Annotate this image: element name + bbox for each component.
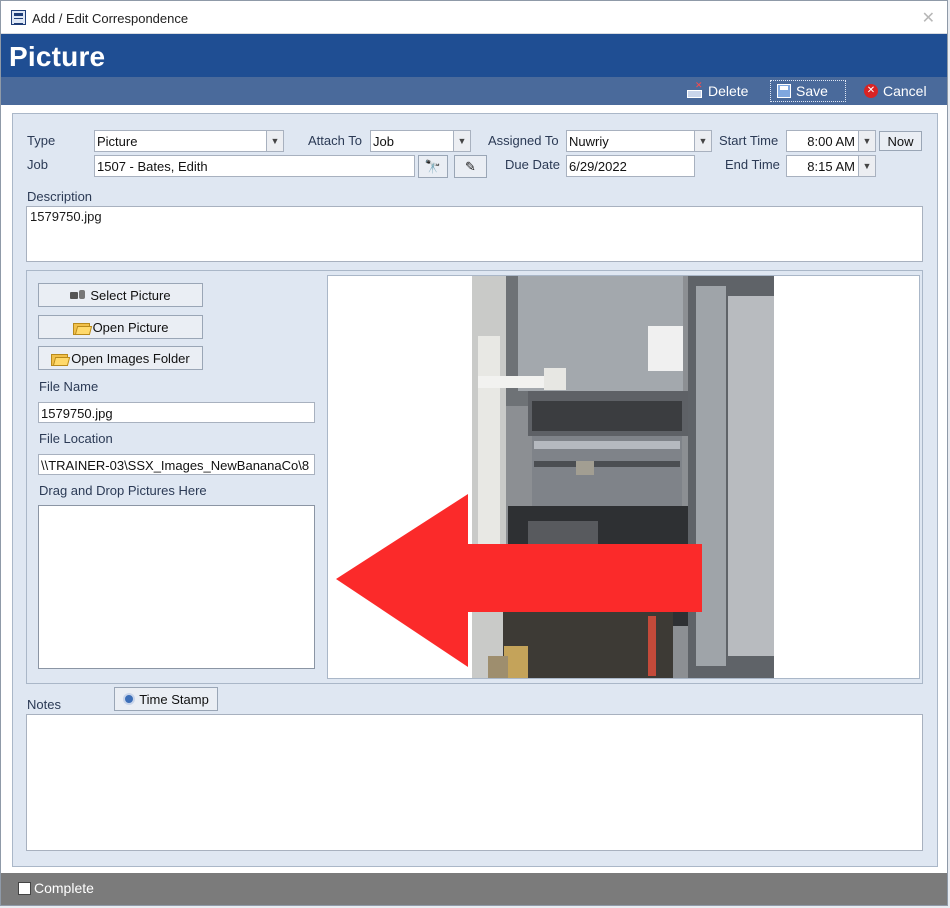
binoculars-icon: 🔭 (424, 158, 442, 174)
binoculars-button[interactable]: 🔭 (418, 155, 448, 178)
type-select[interactable]: Picture ▼ (94, 130, 284, 152)
drop-zone[interactable] (38, 505, 315, 669)
picture-select-icon (70, 289, 86, 301)
time-stamp-button[interactable]: Time Stamp (114, 687, 218, 711)
open-picture-button[interactable]: Open Picture (38, 315, 203, 339)
save-icon (777, 84, 791, 98)
correspondence-window: Add / Edit Correspondence ✕ Picture Dele… (0, 0, 948, 906)
toolbar: Delete Save ✕ Cancel (1, 77, 947, 105)
drop-zone-label: Drag and Drop Pictures Here (39, 483, 207, 498)
chevron-down-icon[interactable]: ▼ (858, 131, 875, 151)
assigned-to-label: Assigned To (488, 133, 559, 148)
chevron-down-icon[interactable]: ▼ (453, 131, 470, 151)
select-picture-button[interactable]: Select Picture (38, 283, 203, 307)
close-icon[interactable]: ✕ (922, 8, 935, 28)
save-label: Save (796, 83, 828, 99)
type-value: Picture (97, 134, 138, 149)
notes-field[interactable] (26, 714, 923, 851)
save-button[interactable]: Save (770, 80, 846, 102)
chevron-down-icon[interactable]: ▼ (858, 156, 875, 176)
complete-label: Complete (34, 880, 94, 896)
job-value: 1507 - Bates, Edith (97, 159, 208, 174)
title-bar: Add / Edit Correspondence ✕ (1, 1, 947, 34)
now-label: Now (887, 133, 914, 149)
now-button[interactable]: Now (879, 131, 922, 151)
start-time-select[interactable]: 8:00 AM ▼ (786, 130, 876, 152)
cancel-button[interactable]: ✕ Cancel (858, 80, 933, 102)
wand-icon: ✎ (465, 158, 476, 174)
clock-icon (123, 693, 136, 705)
picture-preview (327, 275, 920, 679)
notes-label: Notes (27, 697, 61, 712)
start-time-label: Start Time (719, 133, 779, 148)
start-time-value: 8:00 AM (807, 134, 855, 149)
file-name-label: File Name (39, 379, 99, 394)
file-location-field[interactable]: \\TRAINER-03\SSX_Images_NewBananaCo\8 (38, 454, 315, 475)
chevron-down-icon[interactable]: ▼ (266, 131, 283, 151)
cancel-icon: ✕ (864, 84, 878, 98)
file-name-field[interactable]: 1579750.jpg (38, 402, 315, 423)
open-images-folder-button[interactable]: Open Images Folder (38, 346, 203, 370)
end-time-value: 8:15 AM (807, 159, 855, 174)
folder-icon (51, 352, 69, 366)
delete-label: Delete (708, 83, 749, 99)
page-header: Picture (1, 34, 947, 77)
wand-button[interactable]: ✎ (454, 155, 487, 178)
folder-icon (72, 321, 90, 335)
due-date-value: 6/29/2022 (569, 159, 627, 174)
main-area: Type Picture ▼ Attach To Job ▼ Assigned … (4, 105, 945, 871)
description-value: 1579750.jpg (30, 209, 102, 224)
file-location-label: File Location (39, 431, 113, 446)
footer-bar: Complete (1, 873, 947, 905)
furnace-photo (328, 276, 919, 678)
attach-to-select[interactable]: Job ▼ (370, 130, 471, 152)
due-date-field[interactable]: 6/29/2022 (566, 155, 695, 177)
end-time-select[interactable]: 8:15 AM ▼ (786, 155, 876, 177)
due-date-label: Due Date (505, 157, 560, 172)
chevron-down-icon[interactable]: ▼ (694, 131, 711, 151)
cancel-label: Cancel (883, 83, 927, 99)
type-label: Type (27, 133, 56, 148)
picture-panel: Select Picture Open Picture Open Images … (26, 270, 923, 684)
app-icon (11, 10, 26, 25)
file-name-value: 1579750.jpg (41, 406, 113, 421)
page-title: Picture (9, 41, 106, 72)
job-label: Job (27, 157, 48, 172)
end-time-label: End Time (725, 157, 780, 172)
open-images-folder-label: Open Images Folder (71, 350, 190, 366)
description-label: Description (27, 189, 93, 204)
select-picture-label: Select Picture (90, 287, 171, 303)
assigned-to-select[interactable]: Nuwriy ▼ (566, 130, 712, 152)
delete-icon (687, 80, 703, 98)
description-field[interactable]: 1579750.jpg (26, 206, 923, 262)
window-title: Add / Edit Correspondence (32, 11, 189, 26)
attach-to-label: Attach To (308, 133, 362, 148)
assigned-to-value: Nuwriy (569, 134, 609, 149)
time-stamp-label: Time Stamp (139, 691, 209, 707)
job-field[interactable]: 1507 - Bates, Edith (94, 155, 415, 177)
file-location-value: \\TRAINER-03\SSX_Images_NewBananaCo\8 (41, 458, 310, 473)
form-panel: Type Picture ▼ Attach To Job ▼ Assigned … (12, 113, 938, 867)
attach-to-value: Job (373, 134, 394, 149)
complete-checkbox[interactable] (18, 882, 31, 895)
open-picture-label: Open Picture (92, 319, 169, 335)
delete-button[interactable]: Delete (681, 80, 754, 102)
